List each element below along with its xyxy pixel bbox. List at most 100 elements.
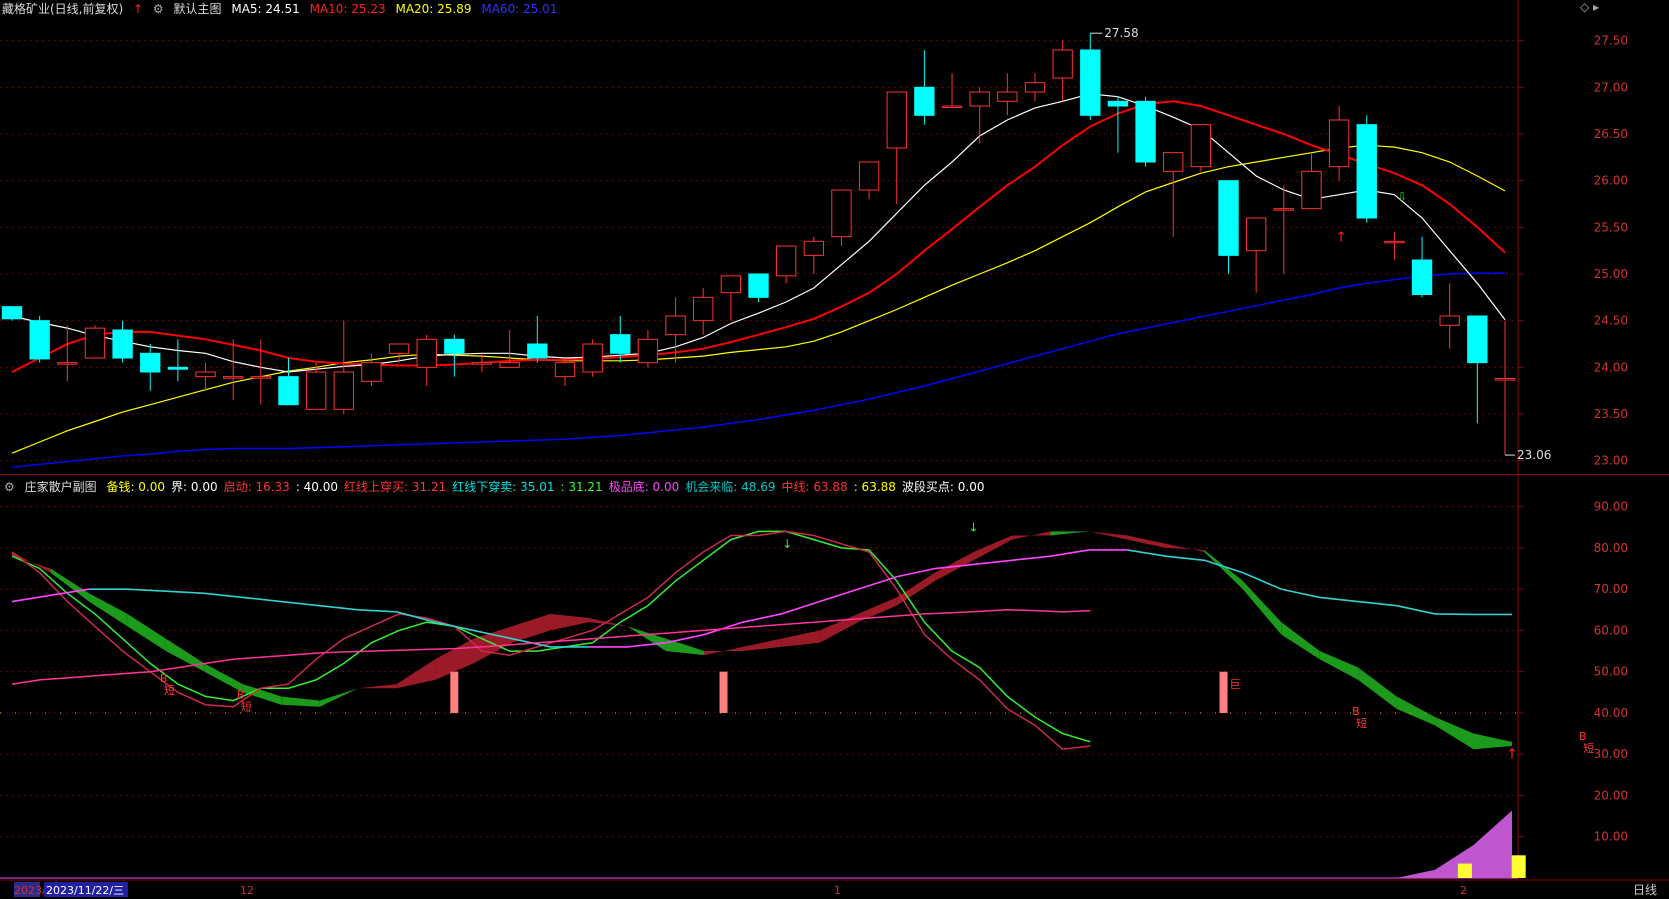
signal-short-label: 短 [241,700,252,714]
ribbon-segment [550,613,589,631]
ribbon-segment [396,659,436,689]
yellow-bar [1511,855,1526,878]
candle-body [858,161,880,191]
candle-body [1328,119,1350,168]
ind-tick-label: 90.00 [1594,500,1628,514]
candle-body [361,362,382,382]
candle-body [195,371,216,378]
price-tick-label: 27.50 [1594,34,1628,48]
candle-body [914,86,935,116]
start-area [1396,810,1512,878]
signal-short-label: 短 [1583,741,1594,755]
candle-body [803,240,824,256]
ind-up-arrow-icon: ↑ [1506,746,1518,762]
candle-body [527,343,548,359]
period-label: 日线 [1633,883,1657,897]
candle-body [250,376,272,379]
ribbon-segment [1012,531,1051,540]
cursor-date: 2023/11/22/三 [46,884,124,897]
ma60-line [11,272,1505,468]
ind-tick-label: 50.00 [1594,665,1628,679]
signal-bar [450,671,459,713]
candle-body [1356,124,1377,219]
ribbon-segment [819,613,859,643]
candle-body [278,376,299,406]
ind-tick-label: 30.00 [1594,747,1628,761]
candle-body [29,320,50,360]
ribbon-segment [512,613,551,643]
candle-body [1080,49,1101,116]
candle-body [499,362,520,368]
ribbon-segment [742,638,782,652]
price-tick-label: 25.00 [1594,267,1628,281]
candle-body [1135,100,1156,163]
ind-tick-label: 20.00 [1594,788,1628,802]
candle-body [637,338,659,364]
candle-body [941,105,963,108]
candle-body [84,327,106,359]
price-tick-label: 24.50 [1594,314,1628,328]
sell-arrow-icon: ⇩ [1397,190,1407,204]
ribbon-segment [1088,531,1128,540]
ind-tick-label: 10.00 [1594,830,1628,844]
candle-body [1411,259,1433,296]
candle-body [1052,49,1073,79]
candle-body [1190,124,1212,168]
ribbon-segment [1396,696,1436,726]
candle-body [471,362,493,365]
candle-body [388,343,410,354]
mid-line-seg [1127,549,1397,607]
candle-body [1494,378,1516,381]
candle-body [167,366,189,370]
candle-body [1301,170,1322,210]
candle-body [886,91,907,149]
candle-body [57,362,78,365]
low-annotation: 23.06 [1517,448,1551,462]
signal-eq-label: 巨 [1230,678,1241,691]
ribbon-segment [319,688,359,707]
signal-short-label: 短 [1356,716,1367,730]
ribbon-segment [281,696,320,707]
price-tick-label: 27.00 [1594,80,1628,94]
ribbon-segment [1358,667,1397,709]
candle-body [693,296,714,322]
ribbon-segment [1281,622,1320,660]
year-stub: 2023/ [14,884,46,897]
chart-canvas[interactable]: 27.50 27.00 26.50 26.00 25.50 25.00 24.50 24.00… [0,0,1669,899]
candle-body [1384,240,1405,244]
ribbon-segment [12,552,51,573]
sell-line [11,530,1091,743]
ribbon-segment [1165,543,1205,553]
price-tick-label: 25.50 [1594,220,1628,234]
price-tick-label: 23.50 [1594,407,1628,421]
candle-body [775,245,797,277]
candle-body [665,315,686,336]
month-2: 2 [1460,884,1467,897]
ind-tick-label: 70.00 [1594,582,1628,596]
signal-bar [1219,671,1228,713]
candle-body [1107,100,1129,107]
price-tick-label: 24.00 [1594,360,1628,374]
ind-down-arrow-icon-2: ↓ [969,520,979,534]
month-1: 1 [834,884,841,897]
signal-bar [719,671,728,713]
candle-body [554,362,576,378]
signal-short-label: 短 [164,683,175,697]
month-12: 12 [240,884,254,897]
candle-body [748,273,769,298]
candle-body [1218,180,1239,256]
ribbon-segment [50,568,89,602]
ribbon-segment [1127,535,1166,548]
ribbon-segment [781,630,820,647]
candle-body [333,371,354,410]
buy-line [11,530,1091,750]
ribbon-segment [358,684,397,689]
ribbon-segment [88,593,128,627]
candle-body [720,275,742,294]
ind-tick-label: 60.00 [1594,623,1628,637]
candle-body [1,306,23,320]
ribbon-segment [1204,549,1243,590]
candle-body [1467,315,1488,364]
candle-body [1439,315,1460,326]
price-tick-label: 26.00 [1594,174,1628,188]
